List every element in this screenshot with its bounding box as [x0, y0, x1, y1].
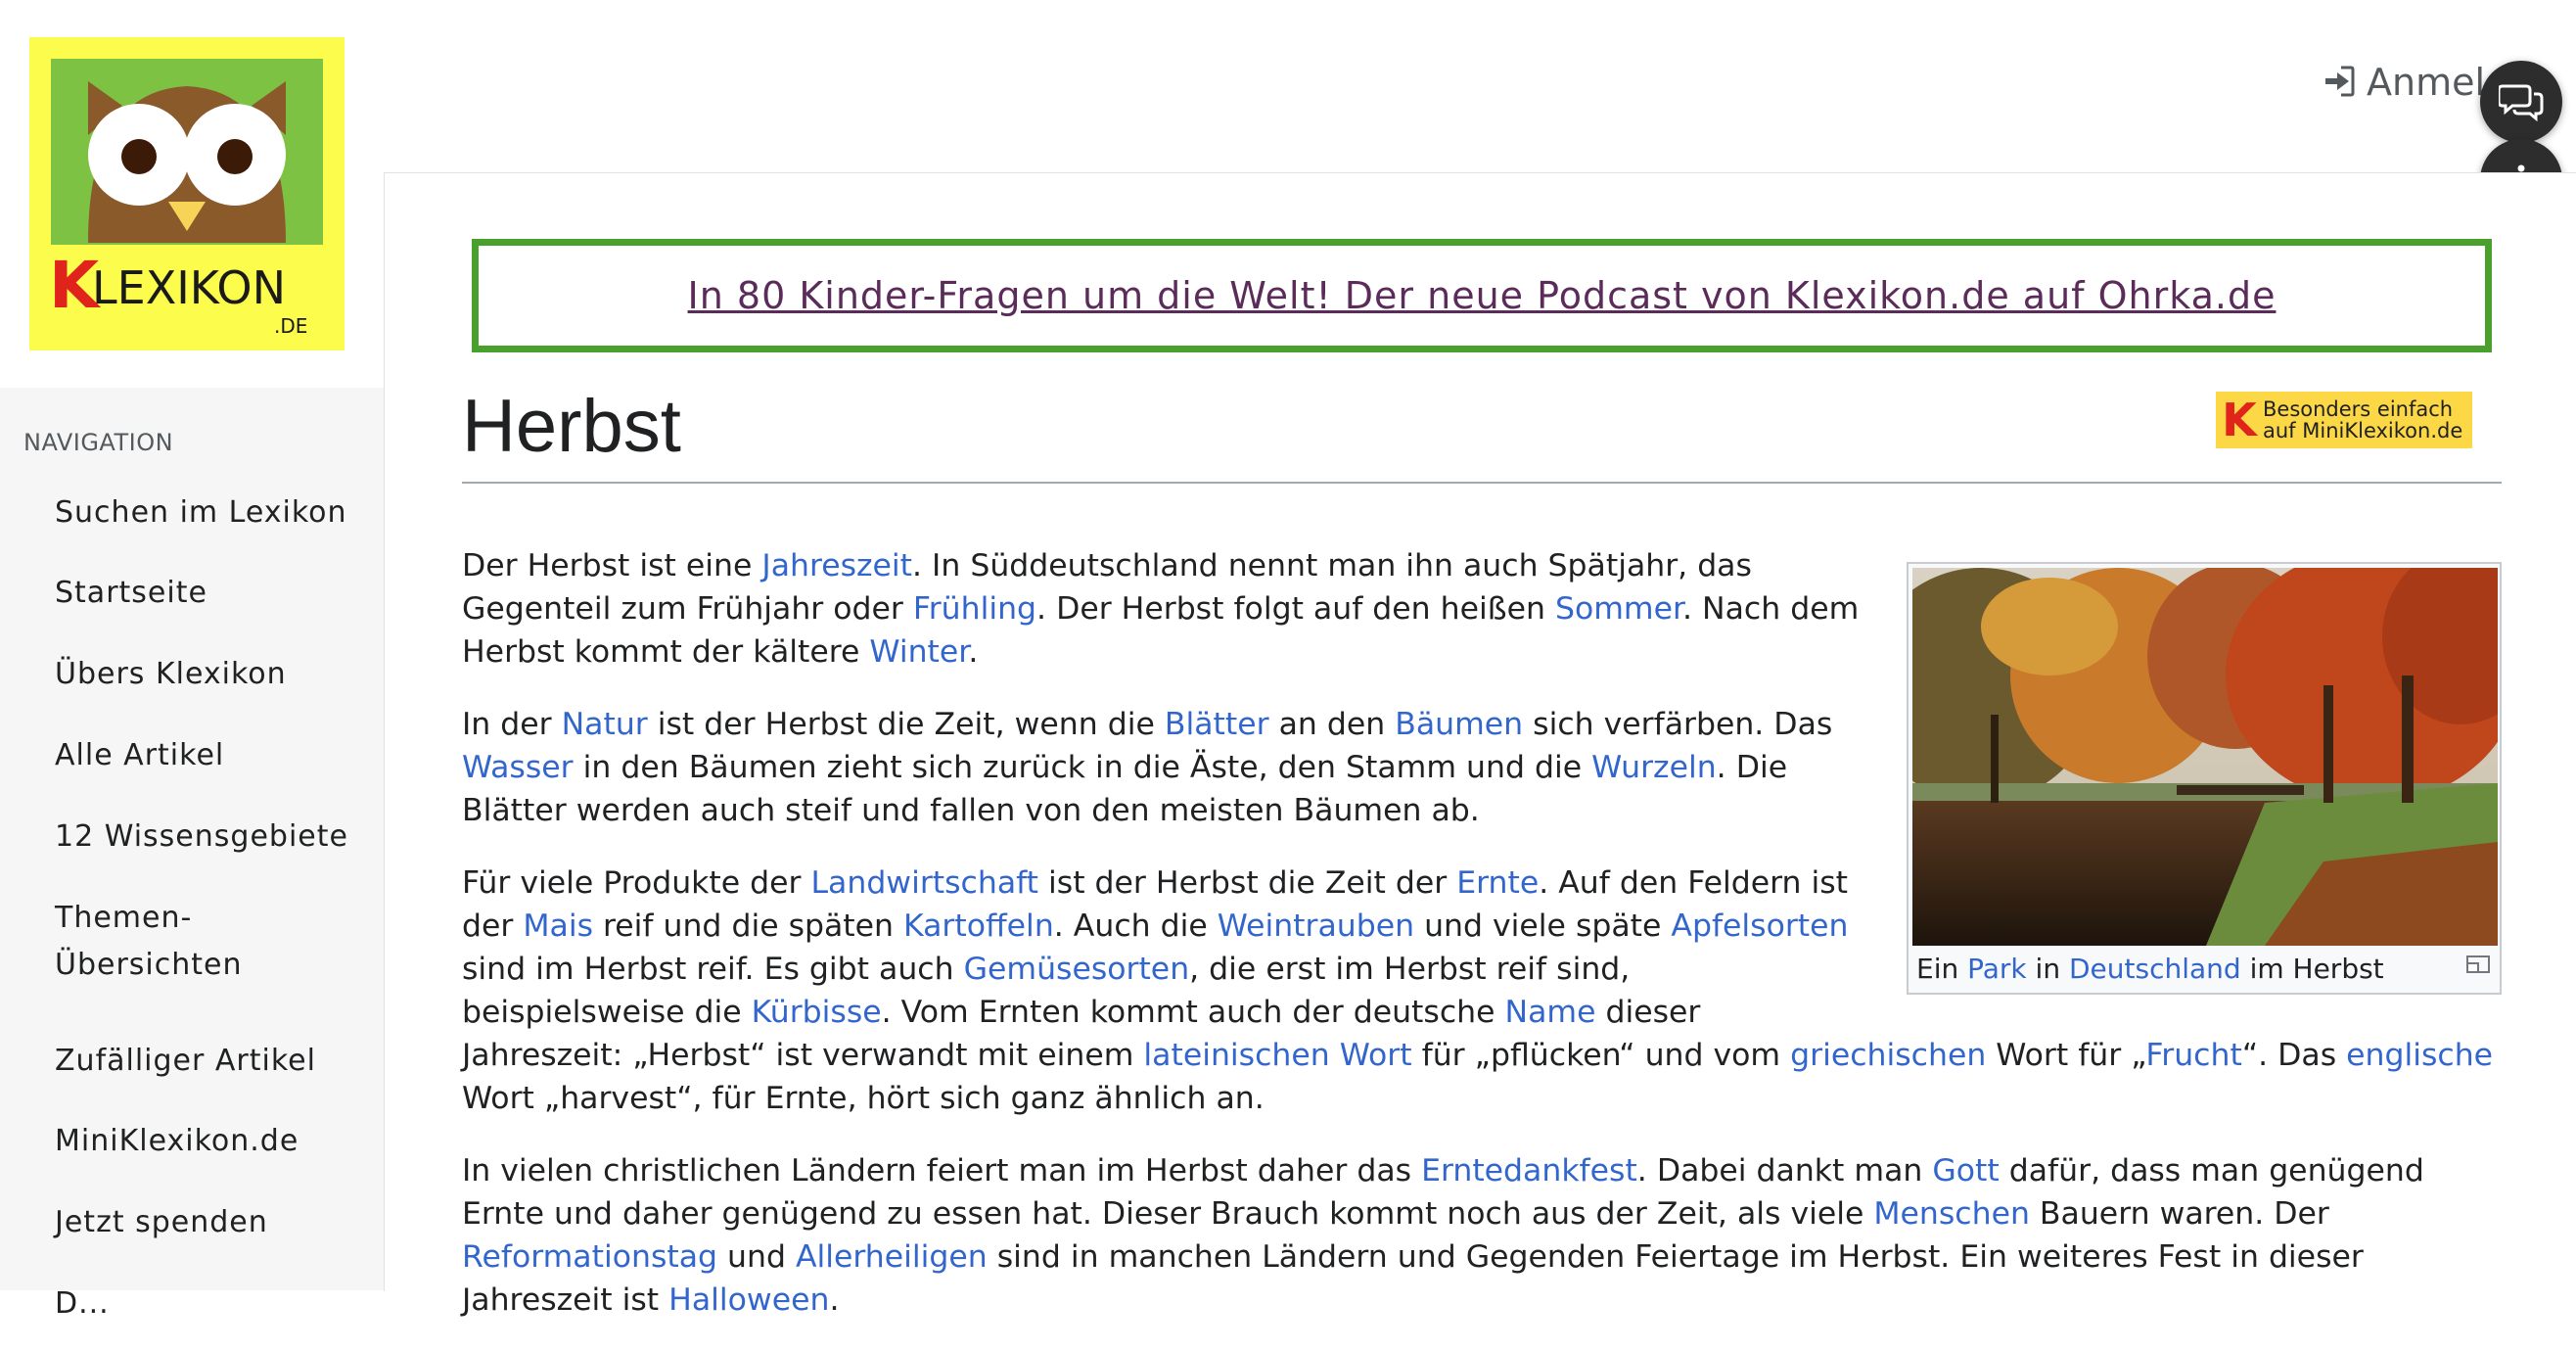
- page-title: Herbst: [462, 385, 681, 468]
- article-link[interactable]: Bäumen: [1395, 707, 1523, 742]
- article-text: und viele späte: [1414, 908, 1672, 944]
- nav-item-more[interactable]: D...: [0, 1281, 110, 1328]
- nav-item-alle-artikel[interactable]: Alle Artikel: [0, 732, 224, 779]
- article-link[interactable]: Gemüsesorten: [964, 952, 1190, 987]
- article-link[interactable]: lateinischen Wort: [1143, 1038, 1411, 1073]
- article-link[interactable]: Halloween: [668, 1282, 829, 1318]
- article-text: In der: [462, 707, 562, 742]
- article-link[interactable]: Reformationstag: [462, 1239, 717, 1275]
- article-text: Wort für „: [1986, 1038, 2146, 1073]
- nav-item-startseite[interactable]: Startseite: [0, 570, 207, 617]
- sign-in-icon: [2322, 64, 2355, 107]
- nav-item-zufall[interactable]: Zufälliger Artikel: [0, 1038, 316, 1085]
- nav-item-themen[interactable]: Themen-Übersichten: [0, 895, 242, 989]
- article-link[interactable]: Gott: [1932, 1153, 1999, 1188]
- article-text: In vielen christlichen Ländern feiert ma…: [462, 1153, 1422, 1188]
- podcast-banner: In 80 Kinder-Fragen um die Welt! Der neu…: [472, 239, 2492, 352]
- article-text: für „pflücken“ und vom: [1411, 1038, 1791, 1073]
- miniklexikon-badge[interactable]: K Besonders einfach auf MiniKlexikon.de: [2216, 392, 2472, 448]
- article-link[interactable]: Name: [1505, 995, 1596, 1030]
- article-link[interactable]: Winter: [869, 634, 968, 670]
- chat-bubbles-icon: [2499, 84, 2544, 121]
- article-link[interactable]: Sommer: [1555, 591, 1682, 627]
- thumbnail-float-spacer: [1862, 544, 2498, 1006]
- article-link[interactable]: griechischen: [1790, 1038, 1986, 1073]
- article-text: Wort „harvest“, für Ernte, hört sich gan…: [462, 1081, 1265, 1116]
- article-link[interactable]: Kartoffeln: [903, 908, 1054, 944]
- logo-domain-text: .DE: [274, 314, 307, 338]
- article-text: Für viele Produkte der: [462, 865, 811, 901]
- article-link[interactable]: Menschen: [1873, 1196, 2030, 1232]
- article-link[interactable]: Landwirtschaft: [811, 865, 1039, 901]
- klexikon-logo[interactable]: K LEXIKON .DE: [29, 37, 345, 350]
- owl-logo-icon: K LEXIKON .DE: [49, 59, 323, 338]
- article-text: in den Bäumen zieht sich zurück in die Ä…: [573, 750, 1592, 785]
- sidebar: K LEXIKON .DE NAVIGATION Suchen im Lexik…: [0, 0, 384, 1321]
- article-link[interactable]: Frühling: [913, 591, 1036, 627]
- article-link[interactable]: Natur: [562, 707, 648, 742]
- nav-item-miniklexikon[interactable]: MiniKlexikon.de: [0, 1118, 299, 1165]
- article-body: Der Herbst ist eine Jahreszeit. In Südde…: [462, 544, 2498, 1351]
- nav-item-uebers[interactable]: Übers Klexikon: [0, 651, 287, 698]
- article-text: sind im Herbst reif. Es gibt auch: [462, 952, 964, 987]
- article-text: . Dabei dankt man: [1636, 1153, 1933, 1188]
- article-link[interactable]: Blätter: [1165, 707, 1269, 742]
- article-text: . Der Herbst folgt auf den heißen: [1036, 591, 1555, 627]
- article-text: “. Das: [2241, 1038, 2347, 1073]
- article-text: .: [968, 634, 979, 670]
- article-text: sich verfärben. Das: [1523, 707, 1833, 742]
- article-link[interactable]: Jahreszeit: [761, 548, 912, 583]
- miniklexikon-badge-text: Besonders einfach auf MiniKlexikon.de: [2263, 397, 2463, 443]
- article-paragraph: In vielen christlichen Ländern feiert ma…: [462, 1149, 2498, 1322]
- article-link[interactable]: Apfelsorten: [1671, 908, 1848, 944]
- logo-name-text: LEXIKON: [92, 261, 286, 314]
- article-text: an den: [1268, 707, 1396, 742]
- article-text: Der Herbst ist eine: [462, 548, 762, 583]
- article-text: Bauern waren. Der: [2029, 1196, 2329, 1232]
- article-text: . Auch die: [1053, 908, 1218, 944]
- nav-item-spenden[interactable]: Jetzt spenden: [0, 1199, 268, 1246]
- article-link[interactable]: Wurzeln: [1591, 750, 1717, 785]
- article-link[interactable]: Weintrauben: [1218, 908, 1414, 944]
- article-text: und: [717, 1239, 796, 1275]
- article-text: . Vom Ernten kommt auch der deutsche: [881, 995, 1505, 1030]
- article-link[interactable]: Ernte: [1456, 865, 1539, 901]
- article-link[interactable]: Mais: [523, 908, 593, 944]
- title-divider: [462, 482, 2502, 484]
- article-link[interactable]: Erntedankfest: [1421, 1153, 1637, 1188]
- nav-item-suchen[interactable]: Suchen im Lexikon: [0, 489, 347, 536]
- nav-heading: NAVIGATION: [23, 429, 174, 456]
- nav-item-wissensgebiete[interactable]: 12 Wissensgebiete: [0, 814, 348, 861]
- article-link[interactable]: Wasser: [462, 750, 574, 785]
- article-link[interactable]: englische: [2346, 1038, 2493, 1073]
- article-text: ist der Herbst die Zeit, wenn die: [647, 707, 1165, 742]
- article-text: .: [829, 1282, 840, 1318]
- article-text: ist der Herbst die Zeit der: [1038, 865, 1457, 901]
- article-link[interactable]: Kürbisse: [752, 995, 882, 1030]
- article-link[interactable]: Frucht: [2145, 1038, 2241, 1073]
- article-link[interactable]: Allerheiligen: [796, 1239, 988, 1275]
- podcast-banner-link[interactable]: In 80 Kinder-Fragen um die Welt! Der neu…: [688, 274, 2277, 317]
- chat-button[interactable]: [2480, 61, 2562, 143]
- miniklexikon-k-icon: K: [2222, 394, 2257, 446]
- article-text: reif und die späten: [593, 908, 903, 944]
- logo-area: K LEXIKON .DE: [0, 0, 384, 388]
